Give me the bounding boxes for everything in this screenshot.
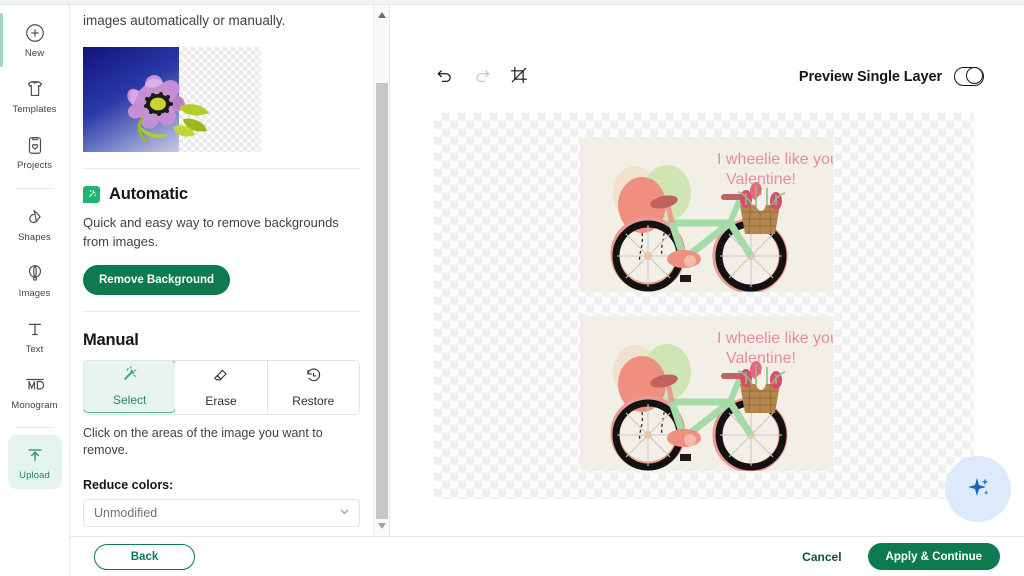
apply-and-continue-button[interactable]: Apply & Continue <box>867 543 1000 570</box>
artwork-text-line-2: Valentine! <box>726 171 796 188</box>
hot-air-balloon-icon <box>24 261 46 285</box>
preview-single-layer-label: Preview Single Layer <box>798 68 942 85</box>
automatic-section-description: Quick and easy way to remove backgrounds… <box>83 214 339 250</box>
rail-item-label: Text <box>25 344 44 355</box>
monogram-icon <box>23 373 47 397</box>
rail-divider-2 <box>15 427 54 428</box>
shapes-icon <box>24 205 46 229</box>
manual-tool-label: Erase <box>205 394 237 409</box>
rail-item-label: Templates <box>12 104 57 115</box>
manual-tool-restore[interactable]: Restore <box>267 360 359 414</box>
ai-assistant-button[interactable] <box>945 456 1011 522</box>
rail-item-text[interactable]: Text <box>8 309 62 363</box>
redo-arrow-icon <box>472 65 492 90</box>
upload-arrow-icon <box>24 443 46 467</box>
plus-circle-icon <box>24 21 46 45</box>
panel-divider-2 <box>83 310 360 312</box>
scroll-up-arrow-icon[interactable] <box>374 7 389 23</box>
crop-icon <box>509 65 529 90</box>
automatic-section-title: Automatic <box>109 184 188 203</box>
artwork-text-line-1: I wheelie like you <box>717 151 833 168</box>
cancel-button[interactable]: Cancel <box>802 550 841 564</box>
rail-item-label: Monogram <box>11 400 58 411</box>
manual-tool-group: Select Erase Restore <box>83 359 360 415</box>
manual-tool-label: Restore <box>292 394 335 409</box>
toggle-knob <box>966 67 983 85</box>
rail-divider <box>15 188 54 189</box>
text-t-icon <box>24 317 46 341</box>
manual-tool-select[interactable]: Select <box>84 360 177 413</box>
rail-item-label: Projects <box>16 160 53 171</box>
artwork-text-line-1: I wheelie like you <box>717 330 833 347</box>
rail-item-label: Shapes <box>18 232 51 243</box>
magic-wand-icon <box>120 365 139 389</box>
ai-sparkle-icon <box>964 473 992 506</box>
canvas-toolbar: Preview Single Layer <box>391 5 1024 105</box>
reduce-colors-value: Unmodified <box>94 505 158 520</box>
rail-item-images[interactable]: Images <box>8 253 62 307</box>
redo-button[interactable] <box>470 65 494 89</box>
background-remover-panel: images automatically or manually. Automa… <box>70 5 390 536</box>
crop-button[interactable] <box>507 65 531 89</box>
rail-item-label: Upload <box>19 470 50 481</box>
panel-scrollbar[interactable] <box>373 5 389 536</box>
manual-hint-text: Click on the areas of the image you want… <box>83 425 323 458</box>
clipboard-heart-icon <box>24 133 46 157</box>
manual-section-title: Manual <box>83 330 139 349</box>
purple-flower-illustration <box>127 74 209 142</box>
editor-stage: Preview Single Layer I wheelie like you … <box>391 5 1024 536</box>
rail-item-label: New <box>24 48 45 59</box>
application-window: New Templates Projects Shapes Images Tex… <box>0 0 1024 576</box>
left-tool-rail: New Templates Projects Shapes Images Tex… <box>0 5 70 576</box>
automatic-section-header: Automatic <box>83 185 360 204</box>
artwork-text-line-2: Valentine! <box>726 350 796 367</box>
panel-divider-1 <box>83 167 360 169</box>
rail-item-upload[interactable]: Upload <box>7 435 62 489</box>
footer-action-bar: Back Cancel Apply & Continue <box>70 536 1024 576</box>
tshirt-icon <box>24 77 46 101</box>
rail-item-monogram[interactable]: Monogram <box>8 365 62 419</box>
chevron-down-icon <box>339 506 350 520</box>
history-tools <box>433 65 531 89</box>
manual-tool-label: Select <box>112 393 147 408</box>
rail-item-label: Images <box>18 288 51 299</box>
canvas-checkerboard[interactable]: I wheelie like you Valentine! I wheelie … <box>434 113 974 499</box>
artwork-layer-1[interactable]: I wheelie like you Valentine! <box>580 137 833 292</box>
scrollbar-thumb[interactable] <box>376 83 388 519</box>
artwork-layer-2[interactable]: I wheelie like you Valentine! <box>580 316 833 471</box>
magic-tag-icon <box>83 185 100 203</box>
rail-item-templates[interactable]: Templates <box>8 69 62 123</box>
panel-scroll-content: images automatically or manually. Automa… <box>70 5 373 536</box>
manual-tool-erase[interactable]: Erase <box>175 360 268 414</box>
back-button[interactable]: Back <box>94 543 195 570</box>
panel-intro-text: images automatically or manually. <box>83 13 286 28</box>
restore-clock-icon <box>304 366 323 390</box>
sample-image-thumbnail <box>83 46 261 152</box>
rail-item-shapes[interactable]: Shapes <box>8 197 62 251</box>
preview-single-layer-control[interactable]: Preview Single Layer <box>799 67 984 86</box>
scroll-down-arrow-icon[interactable] <box>374 518 389 534</box>
eraser-icon <box>211 366 230 390</box>
preview-single-layer-toggle[interactable] <box>954 67 984 86</box>
rail-item-projects[interactable]: Projects <box>8 125 62 179</box>
remove-background-button[interactable]: Remove Background <box>83 264 231 295</box>
undo-arrow-icon <box>435 65 455 90</box>
reduce-colors-select[interactable]: Unmodified <box>83 498 360 527</box>
rail-active-accent <box>0 13 3 67</box>
reduce-colors-label: Reduce colors: <box>83 477 174 492</box>
undo-button[interactable] <box>433 65 457 89</box>
rail-item-new[interactable]: New <box>8 13 62 67</box>
